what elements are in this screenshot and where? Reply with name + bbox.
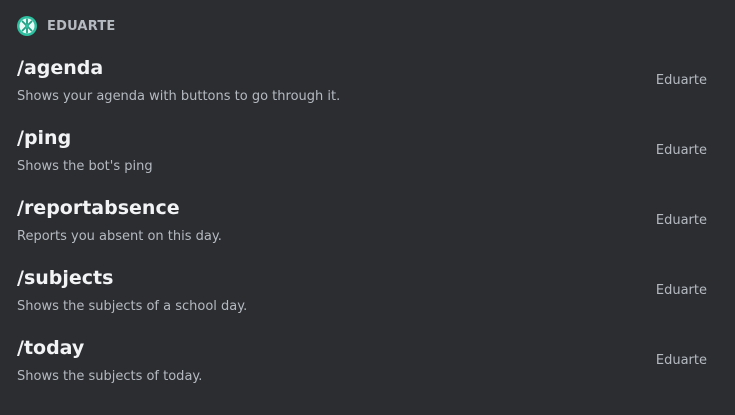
command-description: Shows the subjects of today. [17,369,203,384]
command-description: Shows the bot's ping [17,159,153,174]
command-name: /subjects [17,267,114,289]
command-name: /reportabsence [17,197,180,219]
command-app-label: Eduarte [655,73,707,88]
eduarte-logo-icon [17,16,37,36]
command-name: /agenda [17,57,104,79]
command-description: Shows your agenda with buttons to go thr… [17,89,341,104]
command-list: /agenda Shows your agenda with buttons t… [0,52,735,402]
command-app-label: Eduarte [655,283,707,298]
command-item-ping[interactable]: /ping Shows the bot's ping Eduarte [0,122,735,192]
command-item-today[interactable]: /today Shows the subjects of today. Edua… [0,332,735,402]
command-item-agenda[interactable]: /agenda Shows your agenda with buttons t… [0,52,735,122]
command-item-reportabsence[interactable]: /reportabsence Reports you absent on thi… [0,192,735,262]
command-app-label: Eduarte [655,353,707,368]
command-app-label: Eduarte [655,143,707,158]
command-description: Reports you absent on this day. [17,229,222,244]
app-header: EDUARTE [17,15,115,37]
app-name: EDUARTE [47,18,116,34]
command-name: /today [17,337,85,359]
command-panel: EDUARTE /agenda Shows your agenda with b… [0,0,735,415]
command-name: /ping [17,127,72,149]
command-description: Shows the subjects of a school day. [17,299,248,314]
command-item-subjects[interactable]: /subjects Shows the subjects of a school… [0,262,735,332]
command-app-label: Eduarte [655,213,707,228]
